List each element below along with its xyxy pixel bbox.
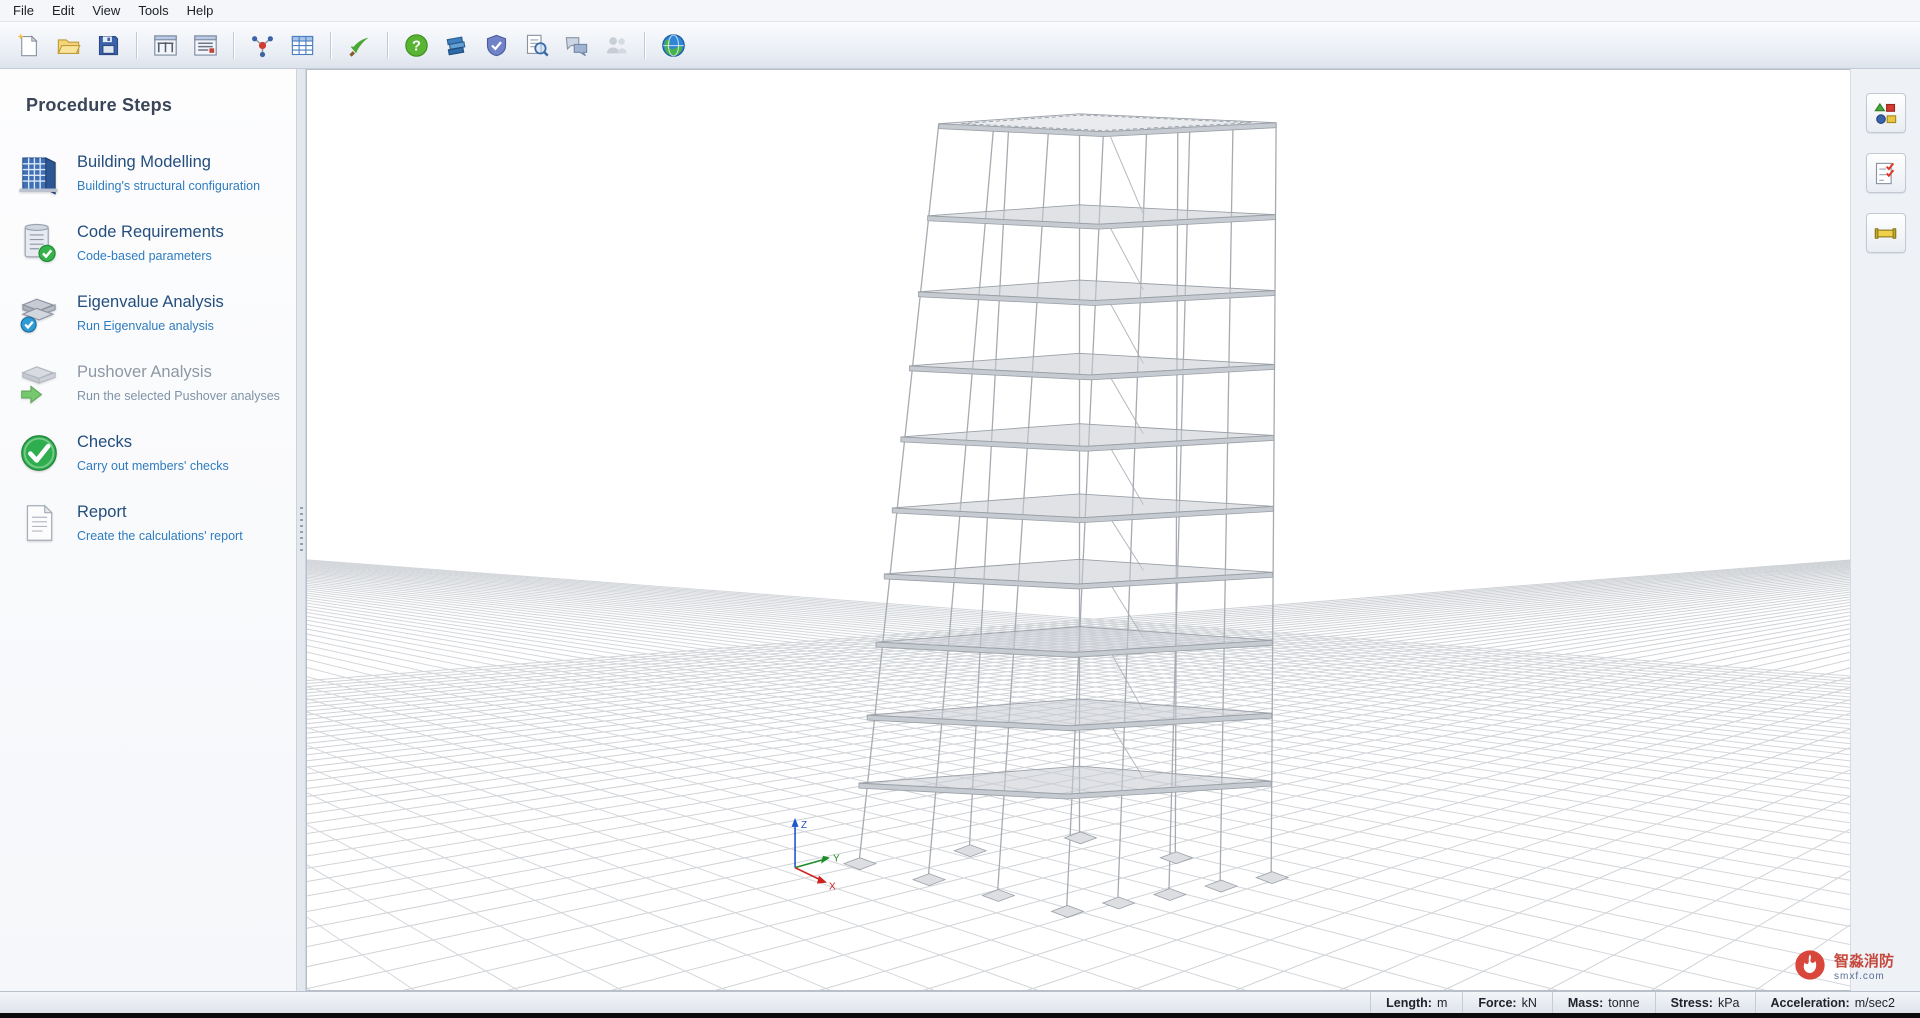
pushover-analysis-icon	[16, 360, 62, 406]
checks-brush-icon[interactable]	[341, 27, 377, 63]
bottom-strip	[0, 1013, 1920, 1018]
member-checks-list-icon[interactable]	[1866, 153, 1906, 193]
preview-search-icon[interactable]	[518, 27, 554, 63]
content-area: Procedure Steps Building Modelling Build…	[0, 69, 1920, 991]
scene-svg: Z Y X	[307, 70, 1850, 990]
step-label: Checks	[77, 433, 229, 452]
manual-books-icon[interactable]	[438, 27, 474, 63]
procedure-steps-panel: Procedure Steps Building Modelling Build…	[0, 69, 296, 991]
section-view-icon[interactable]	[1866, 213, 1906, 253]
toolbar-separator	[233, 32, 234, 59]
status-force: Force: kN	[1462, 992, 1551, 1013]
feedback-bubbles-icon[interactable]	[558, 27, 594, 63]
checks-circle-icon	[16, 430, 62, 476]
toolbar-separator	[387, 32, 388, 59]
step-text: Code Requirements Code-based parameters	[77, 220, 224, 263]
help-icon[interactable]: ?	[398, 27, 434, 63]
procedure-step-report[interactable]: Report Create the calculations' report	[0, 496, 296, 550]
status-label: Force:	[1478, 996, 1516, 1010]
code-requirements-icon	[16, 220, 62, 266]
status-value: kN	[1522, 996, 1537, 1010]
status-length: Length: m	[1370, 992, 1462, 1013]
step-text: Building Modelling Building's structural…	[77, 150, 260, 193]
step-caption: Run Eigenvalue analysis	[77, 319, 224, 333]
status-bar: Length: m Force: kN Mass: tonne Stress: …	[0, 991, 1920, 1013]
right-toolbar	[1850, 69, 1920, 991]
step-text: Report Create the calculations' report	[77, 500, 243, 543]
building-modelling-icon	[16, 150, 62, 196]
report-window-icon[interactable]	[187, 27, 223, 63]
eigenvalue-molecule-icon[interactable]	[244, 27, 280, 63]
procedure-step-building-modelling[interactable]: Building Modelling Building's structural…	[0, 146, 296, 200]
procedure-step-code-requirements[interactable]: Code Requirements Code-based parameters	[0, 216, 296, 270]
open-project-icon[interactable]	[50, 27, 86, 63]
new-document-icon[interactable]	[10, 27, 46, 63]
toolbar-separator	[644, 32, 645, 59]
splitter-grip-icon	[300, 507, 303, 553]
panel-splitter[interactable]	[296, 69, 306, 991]
procedure-step-checks[interactable]: Checks Carry out members' checks	[0, 426, 296, 480]
website-globe-icon[interactable]	[655, 27, 691, 63]
status-acceleration: Acceleration: m/sec2	[1755, 992, 1911, 1013]
status-stress: Stress: kPa	[1655, 992, 1755, 1013]
app-window: FileEditViewToolsHelp ? Procedure Steps …	[0, 0, 1920, 1018]
status-value: tonne	[1608, 996, 1639, 1010]
status-value: kPa	[1718, 996, 1740, 1010]
status-value: m	[1437, 996, 1447, 1010]
viewport-3d[interactable]: Z Y X	[306, 69, 1850, 991]
procedure-step-list: Building Modelling Building's structural…	[0, 146, 296, 550]
report-doc-icon	[16, 500, 62, 546]
step-text: Eigenvalue Analysis Run Eigenvalue analy…	[77, 290, 224, 333]
svg-text:Z: Z	[801, 820, 807, 831]
menu-item-view[interactable]: View	[83, 1, 129, 20]
step-text: Checks Carry out members' checks	[77, 430, 229, 473]
menu-item-edit[interactable]: Edit	[43, 1, 83, 20]
panel-title: Procedure Steps	[26, 95, 296, 116]
toolbar-separator	[330, 32, 331, 59]
status-label: Length:	[1386, 996, 1432, 1010]
step-caption: Building's structural configuration	[77, 179, 260, 193]
step-caption: Run the selected Pushover analyses	[77, 389, 280, 403]
step-caption: Carry out members' checks	[77, 459, 229, 473]
menu-item-file[interactable]: File	[4, 1, 43, 20]
step-label: Report	[77, 503, 243, 522]
procedure-step-eigenvalue-analysis[interactable]: Eigenvalue Analysis Run Eigenvalue analy…	[0, 286, 296, 340]
step-label: Building Modelling	[77, 153, 260, 172]
status-mass: Mass: tonne	[1552, 992, 1655, 1013]
step-text: Pushover Analysis Run the selected Pusho…	[77, 360, 280, 403]
save-icon[interactable]	[90, 27, 126, 63]
status-label: Stress:	[1671, 996, 1713, 1010]
svg-text:?: ?	[412, 38, 421, 54]
procedure-step-pushover-analysis[interactable]: Pushover Analysis Run the selected Pusho…	[0, 356, 296, 410]
main-toolbar: ?	[0, 22, 1920, 69]
display-options-icon[interactable]	[1866, 93, 1906, 133]
menu-item-help[interactable]: Help	[178, 1, 223, 20]
eigenvalue-analysis-icon	[16, 290, 62, 336]
svg-text:X: X	[829, 882, 836, 893]
data-table-icon[interactable]	[284, 27, 320, 63]
svg-text:Y: Y	[833, 854, 840, 865]
menu-item-tools[interactable]: Tools	[129, 1, 177, 20]
building-modeller-icon[interactable]	[147, 27, 183, 63]
flame-logo-icon	[1794, 949, 1826, 986]
shield-check-icon[interactable]	[478, 27, 514, 63]
watermark-subtext: smxf.com	[1834, 971, 1894, 982]
menu-bar: FileEditViewToolsHelp	[0, 0, 1920, 22]
status-label: Mass:	[1568, 996, 1603, 1010]
watermark: 智淼消防 smxf.com	[1794, 949, 1894, 986]
step-label: Pushover Analysis	[77, 363, 280, 382]
step-caption: Code-based parameters	[77, 249, 224, 263]
step-caption: Create the calculations' report	[77, 529, 243, 543]
status-value: m/sec2	[1855, 996, 1895, 1010]
watermark-text: 智淼消防	[1834, 953, 1894, 970]
step-label: Code Requirements	[77, 223, 224, 242]
status-label: Acceleration:	[1771, 996, 1850, 1010]
step-label: Eigenvalue Analysis	[77, 293, 224, 312]
toolbar-separator	[136, 32, 137, 59]
community-people-icon[interactable]	[598, 27, 634, 63]
